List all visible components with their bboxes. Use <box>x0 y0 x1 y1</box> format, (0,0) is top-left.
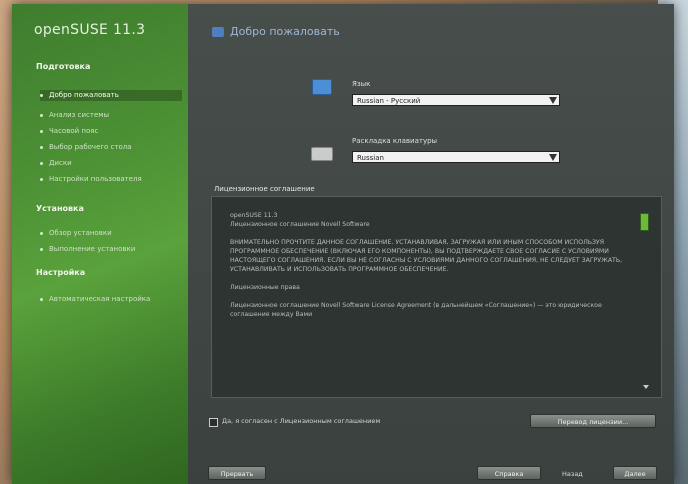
license-paragraph: ВНИМАТЕЛЬНО ПРОЧТИТЕ ДАННОЕ СОГЛАШЕНИЕ. … <box>230 239 623 273</box>
step-bullet-icon <box>40 161 43 165</box>
sidebar-step-time-zone[interactable]: Часовой пояс <box>40 126 182 137</box>
step-bullet-icon <box>40 113 43 117</box>
window-icon <box>212 27 224 37</box>
language-label: Язык <box>352 80 371 88</box>
page-title: Добро пожаловать <box>212 25 340 38</box>
sidebar-section-preparation: Подготовка <box>36 62 91 71</box>
sidebar-step-system-analysis[interactable]: Анализ системы <box>40 110 182 121</box>
sidebar-section-installation: Установка <box>36 204 84 213</box>
scroll-down-icon[interactable] <box>643 385 649 389</box>
language-icon <box>312 79 332 95</box>
help-button[interactable]: Справка <box>477 466 541 480</box>
sidebar-step-auto-config[interactable]: Автоматическая настройка <box>40 294 182 305</box>
next-button[interactable]: Далее <box>613 466 657 480</box>
accept-license-checkbox[interactable] <box>209 418 218 427</box>
keyboard-label: Раскладка клавиатуры <box>352 137 438 145</box>
sidebar-section-configuration: Настройка <box>36 268 86 277</box>
sidebar-step-welcome[interactable]: Добро пожаловать <box>40 90 182 101</box>
license-paragraph: Лицензионные права <box>230 284 300 291</box>
license-paragraph: openSUSE 11.3 Лицензионное соглашение No… <box>230 212 370 228</box>
sidebar-step-desktop[interactable]: Выбор рабочего стола <box>40 142 182 153</box>
app-title: openSUSE 11.3 <box>34 22 146 38</box>
license-heading: Лицензионное соглашение <box>214 185 315 193</box>
accept-license-label: Да, я согласен с Лицензионным соглашение… <box>222 417 381 425</box>
step-bullet-icon <box>40 231 43 235</box>
chevron-down-icon <box>549 97 557 104</box>
installer-window: openSUSE 11.3 Подготовка Добро пожаловат… <box>12 4 674 484</box>
sidebar: openSUSE 11.3 Подготовка Добро пожаловат… <box>12 4 188 484</box>
step-bullet-icon <box>40 177 43 181</box>
keyboard-icon <box>311 147 333 161</box>
license-text-area[interactable]: openSUSE 11.3 Лицензионное соглашение No… <box>211 196 662 398</box>
sidebar-step-user-settings[interactable]: Настройки пользователя <box>40 174 182 185</box>
sidebar-step-install-overview[interactable]: Обзор установки <box>40 228 182 239</box>
step-bullet-icon <box>40 145 43 149</box>
step-bullet-icon <box>40 93 43 97</box>
sidebar-step-perform-install[interactable]: Выполнение установки <box>40 244 182 255</box>
step-bullet-icon <box>40 297 43 301</box>
keyboard-select[interactable]: Russian <box>352 151 560 163</box>
license-translations-button[interactable]: Перевод лицензии... <box>530 414 656 428</box>
chevron-down-icon <box>549 154 557 161</box>
license-text: openSUSE 11.3 Лицензионное соглашение No… <box>230 211 640 328</box>
abort-button[interactable]: Прервать <box>208 466 266 480</box>
step-bullet-icon <box>40 129 43 133</box>
sidebar-step-disk[interactable]: Диски <box>40 158 182 169</box>
main-panel: Добро пожаловать Язык Russian - Русский … <box>188 4 674 484</box>
scroll-indicator-icon[interactable] <box>640 213 649 231</box>
back-button[interactable]: Назад <box>562 470 583 478</box>
language-select[interactable]: Russian - Русский <box>352 94 560 106</box>
license-paragraph: Лицензионное соглашение Novell Software … <box>230 302 602 318</box>
step-bullet-icon <box>40 247 43 251</box>
